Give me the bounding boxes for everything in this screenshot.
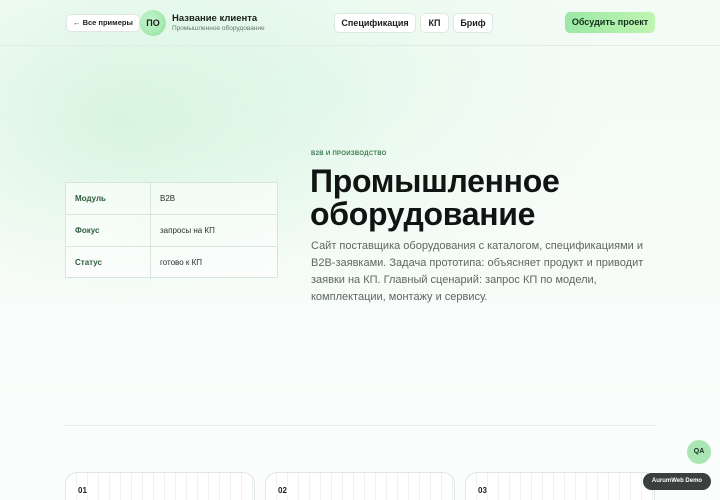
- step-card-number: 01: [76, 486, 89, 495]
- step-card-number: 02: [276, 486, 289, 495]
- qa-button[interactable]: QA: [687, 440, 711, 464]
- demo-badge[interactable]: AurumWeb Demo: [643, 473, 711, 490]
- client-subtitle: Промышленное оборудование: [172, 25, 265, 32]
- info-value: готово к КП: [160, 258, 203, 267]
- tab-brief[interactable]: Бриф: [453, 13, 493, 33]
- project-info-table: Модуль B2B Фокус запросы на КП Статус го…: [65, 182, 278, 279]
- info-key: Статус: [66, 247, 151, 279]
- table-row: Модуль B2B: [66, 183, 277, 215]
- client-name: Название клиента: [172, 13, 258, 24]
- table-row: Фокус запросы на КП: [66, 215, 277, 247]
- discuss-project-button[interactable]: Обсудить проект: [565, 12, 655, 33]
- back-to-examples-button[interactable]: ← Все примеры: [66, 14, 140, 32]
- info-value: B2B: [160, 194, 176, 203]
- section-divider: [65, 425, 655, 426]
- page-title-line-2: оборудование: [310, 196, 536, 232]
- tab-specification[interactable]: Спецификация: [334, 13, 416, 33]
- step-card-number: 03: [476, 486, 489, 495]
- hero-description: Сайт поставщика оборудования с каталогом…: [311, 240, 644, 303]
- hero-eyebrow: B2B И ПРОИЗВОДСТВО: [311, 151, 387, 157]
- info-key: Фокус: [66, 215, 151, 246]
- page-title-line-1: Промышленное: [310, 163, 560, 199]
- table-row: Статус готово к КП: [66, 247, 277, 279]
- step-card-1[interactable]: 01: [65, 472, 255, 500]
- step-card-3[interactable]: 03: [465, 472, 655, 500]
- info-key: Модуль: [66, 183, 151, 214]
- client-avatar: ПО: [140, 10, 166, 36]
- page-title: Промышленное оборудование: [310, 165, 670, 231]
- tab-kp[interactable]: КП: [420, 13, 449, 33]
- step-card-2[interactable]: 02: [265, 472, 455, 500]
- info-value: запросы на КП: [160, 226, 215, 235]
- top-header: ← Все примеры ПО Название клиента Промыш…: [0, 0, 720, 46]
